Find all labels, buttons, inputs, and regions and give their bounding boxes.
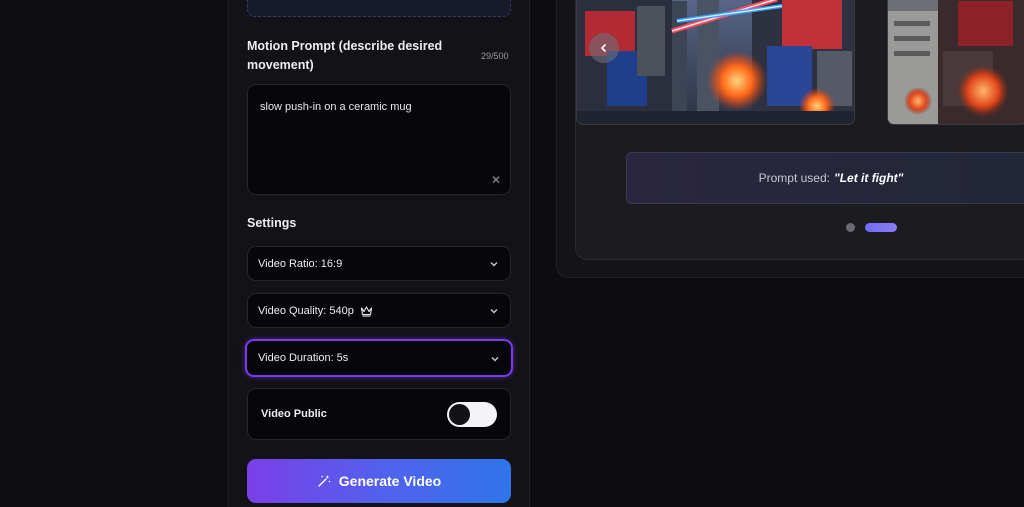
- motion-prompt-label: Motion Prompt (describe desired movement…: [247, 39, 443, 72]
- prompt-used-banner: Prompt used: "Let it fight": [626, 152, 1024, 204]
- toggle-knob: [449, 404, 470, 425]
- video-ratio-select[interactable]: Video Ratio: 16:9: [247, 246, 511, 281]
- example-video-thumbnail[interactable]: [887, 0, 1024, 125]
- chevron-down-icon: [491, 357, 499, 362]
- prompt-used-prefix: Prompt used:: [758, 171, 830, 185]
- carousel-dot[interactable]: [846, 223, 855, 232]
- close-icon[interactable]: ✕: [491, 174, 501, 186]
- video-ratio-label: Video Ratio: 16:9: [258, 257, 343, 270]
- carousel-prev-button[interactable]: [589, 33, 619, 63]
- video-quality-label: Video Quality: 540p: [258, 304, 354, 317]
- motion-prompt-textarea[interactable]: slow push-in on a ceramic mug ✕: [247, 84, 511, 195]
- video-public-label: Video Public: [261, 408, 327, 420]
- example-video-thumbnail[interactable]: [576, 0, 855, 125]
- chevron-down-icon: [490, 309, 498, 314]
- video-public-row: Video Public: [247, 388, 511, 440]
- image-upload-dropzone[interactable]: [247, 0, 511, 17]
- settings-heading: Settings: [247, 216, 297, 230]
- video-duration-label: Video Duration: 5s: [258, 352, 349, 364]
- robot-city-image: [888, 0, 1024, 124]
- video-public-toggle[interactable]: [447, 402, 497, 427]
- robot-battle-image: [577, 0, 854, 124]
- video-quality-select[interactable]: Video Quality: 540p: [247, 293, 511, 328]
- left-background: [0, 0, 228, 507]
- generate-video-button[interactable]: Generate Video: [247, 459, 511, 503]
- carousel-dot-active[interactable]: [865, 223, 897, 232]
- chevron-left-icon: [600, 43, 607, 53]
- motion-prompt-text: slow push-in on a ceramic mug: [260, 101, 412, 113]
- chevron-down-icon: [490, 262, 498, 267]
- magic-wand-icon: [318, 475, 331, 487]
- crown-icon: [360, 305, 372, 317]
- prompt-used-value: "Let it fight": [834, 171, 904, 185]
- char-count: 29/500: [481, 51, 509, 61]
- video-duration-select[interactable]: Video Duration: 5s: [245, 339, 513, 377]
- generate-video-label: Generate Video: [338, 473, 442, 489]
